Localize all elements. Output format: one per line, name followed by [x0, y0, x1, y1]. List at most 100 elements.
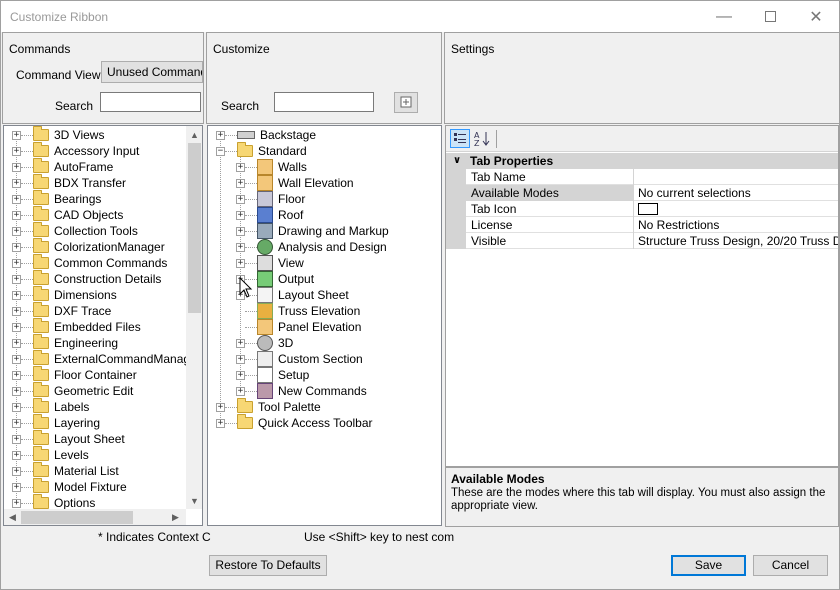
- scroll-up-arrow[interactable]: ▲: [186, 126, 202, 143]
- command-list-item[interactable]: + CAD Objects: [12, 206, 123, 223]
- expand-icon[interactable]: +: [236, 226, 245, 236]
- tree-node-custom-section[interactable]: + Custom Section: [236, 351, 363, 367]
- expand-icon[interactable]: +: [236, 258, 245, 268]
- tree-node-panel-elevation[interactable]: Panel Elevation: [236, 319, 361, 335]
- collapse-category-icon[interactable]: ∨: [453, 153, 461, 169]
- command-list-item[interactable]: + Floor Container: [12, 366, 137, 383]
- tree-node-setup[interactable]: + Setup: [236, 367, 309, 383]
- tree-node-new-commands[interactable]: + New Commands: [236, 383, 367, 399]
- command-list-item[interactable]: + Collection Tools: [12, 222, 138, 239]
- command-list-item[interactable]: + Layering: [12, 414, 100, 431]
- expand-icon[interactable]: +: [12, 242, 21, 252]
- expand-icon[interactable]: +: [12, 274, 21, 284]
- scroll-right-arrow[interactable]: ▶: [167, 509, 184, 525]
- property-value[interactable]: [635, 201, 838, 217]
- scroll-left-arrow[interactable]: ◀: [4, 509, 21, 525]
- expand-icon[interactable]: +: [236, 162, 245, 172]
- expand-icon[interactable]: +: [12, 338, 21, 348]
- expand-icon[interactable]: +: [236, 370, 245, 380]
- expand-icon[interactable]: +: [12, 354, 21, 364]
- tree-node-walls[interactable]: + Walls: [236, 159, 307, 175]
- restore-defaults-button[interactable]: Restore To Defaults: [209, 555, 327, 576]
- categorized-button[interactable]: [450, 129, 470, 148]
- tree-node-quick-access-toolbar[interactable]: + Quick Access Toolbar: [216, 414, 373, 431]
- expand-icon[interactable]: +: [236, 194, 245, 204]
- command-list-item[interactable]: + ExternalCommandManager: [12, 350, 201, 367]
- property-category[interactable]: ∨ Tab Properties: [446, 153, 838, 169]
- tree-node-drawing-and-markup[interactable]: + Drawing and Markup: [236, 223, 389, 239]
- command-list-item[interactable]: +3D Views: [12, 126, 104, 143]
- command-list-item[interactable]: + Engineering: [12, 334, 118, 351]
- property-row[interactable]: Visible Structure Truss Design, 20/20 Tru…: [446, 233, 838, 249]
- expand-icon[interactable]: +: [12, 370, 21, 380]
- expand-icon[interactable]: +: [12, 306, 21, 316]
- expand-icon[interactable]: +: [236, 242, 245, 252]
- expand-icon[interactable]: +: [12, 402, 21, 412]
- expand-icon[interactable]: +: [236, 210, 245, 220]
- expand-icon[interactable]: +: [12, 498, 21, 508]
- tree-node-analysis-and-design[interactable]: + Analysis and Design: [236, 239, 387, 255]
- expand-icon[interactable]: +: [216, 418, 225, 428]
- expand-icon[interactable]: +: [12, 450, 21, 460]
- tab-icon-swatch[interactable]: [638, 203, 658, 215]
- expand-icon[interactable]: +: [12, 386, 21, 396]
- command-list-item[interactable]: + Material List: [12, 462, 119, 479]
- expand-icon[interactable]: +: [12, 194, 21, 204]
- command-list-item[interactable]: + Accessory Input: [12, 142, 139, 159]
- collapse-icon[interactable]: −: [216, 146, 225, 156]
- command-list-item[interactable]: + Labels: [12, 398, 89, 415]
- maximize-button[interactable]: [747, 1, 793, 32]
- commands-search-input[interactable]: [100, 92, 201, 112]
- tree-node-truss-elevation[interactable]: Truss Elevation: [236, 303, 360, 319]
- customize-search-input[interactable]: [274, 92, 374, 112]
- tree-node-wall-elevation[interactable]: + Wall Elevation: [236, 175, 354, 191]
- cancel-button[interactable]: Cancel: [753, 555, 828, 576]
- command-list-item[interactable]: + DXF Trace: [12, 302, 111, 319]
- expand-icon[interactable]: +: [12, 466, 21, 476]
- expand-icon[interactable]: +: [12, 290, 21, 300]
- command-list-item[interactable]: + Levels: [12, 446, 89, 463]
- command-list-item[interactable]: + Common Commands: [12, 254, 167, 271]
- expand-icon[interactable]: +: [12, 178, 21, 188]
- property-row[interactable]: Available Modes No current selections: [446, 185, 838, 201]
- commands-hscroll-thumb[interactable]: [21, 511, 133, 524]
- tree-node-standard[interactable]: − Standard: [216, 142, 307, 159]
- alphabetical-button[interactable]: A Z: [472, 129, 492, 148]
- command-list-item[interactable]: + ColorizationManager: [12, 238, 165, 255]
- expand-icon[interactable]: +: [236, 354, 245, 364]
- command-list-item[interactable]: + Layout Sheet: [12, 430, 125, 447]
- command-list-item[interactable]: + BDX Transfer: [12, 174, 126, 191]
- command-view-select[interactable]: Unused Commands: [101, 61, 203, 83]
- command-list-item[interactable]: + Bearings: [12, 190, 101, 207]
- expand-icon[interactable]: +: [12, 434, 21, 444]
- tree-node-backstage[interactable]: + Backstage: [216, 127, 316, 143]
- tree-node-floor[interactable]: + Floor: [236, 191, 305, 207]
- expand-icon[interactable]: +: [12, 482, 21, 492]
- commands-hscrollbar[interactable]: ◀ ▶: [4, 509, 186, 525]
- tree-node-view[interactable]: + View: [236, 255, 304, 271]
- save-button[interactable]: Save: [671, 555, 746, 576]
- tree-node-3d[interactable]: +3D: [236, 335, 293, 351]
- close-button[interactable]: ✕: [793, 1, 839, 32]
- property-value[interactable]: [635, 169, 838, 185]
- expand-icon[interactable]: +: [236, 338, 245, 348]
- command-list-item[interactable]: + AutoFrame: [12, 158, 113, 175]
- expand-icon[interactable]: +: [12, 258, 21, 268]
- expand-icon[interactable]: +: [236, 178, 245, 188]
- expand-icon[interactable]: +: [236, 386, 245, 396]
- add-tab-button[interactable]: [394, 92, 418, 113]
- expand-icon[interactable]: +: [12, 146, 21, 156]
- scroll-down-arrow[interactable]: ▼: [186, 492, 202, 509]
- property-row[interactable]: Tab Name: [446, 169, 838, 185]
- expand-icon[interactable]: +: [12, 130, 21, 140]
- property-value[interactable]: No current selections: [635, 185, 838, 201]
- tree-node-roof[interactable]: + Roof: [236, 207, 303, 223]
- command-list-item[interactable]: + Embedded Files: [12, 318, 141, 335]
- property-row[interactable]: License No Restrictions: [446, 217, 838, 233]
- expand-icon[interactable]: +: [216, 130, 225, 140]
- expand-icon[interactable]: +: [12, 162, 21, 172]
- command-list-item[interactable]: + Dimensions: [12, 286, 117, 303]
- command-list-item[interactable]: + Construction Details: [12, 270, 161, 287]
- expand-icon[interactable]: +: [12, 322, 21, 332]
- command-list-item[interactable]: + Geometric Edit: [12, 382, 133, 399]
